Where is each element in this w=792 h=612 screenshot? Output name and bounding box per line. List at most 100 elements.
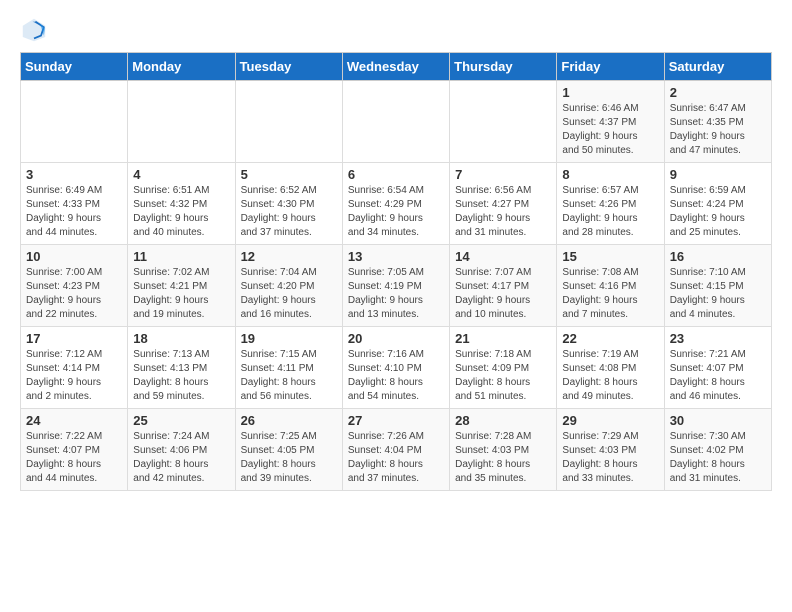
day-detail: Sunrise: 7:08 AM Sunset: 4:16 PM Dayligh… xyxy=(562,266,658,322)
day-cell: 18 Sunrise: 7:13 AM Sunset: 4:13 PM Dayli… xyxy=(128,327,235,409)
day-cell: 21 Sunrise: 7:18 AM Sunset: 4:09 PM Dayli… xyxy=(450,327,557,409)
day-cell xyxy=(128,81,235,163)
logo-icon xyxy=(20,16,48,44)
day-number: 19 xyxy=(241,331,337,346)
week-row-2: 3 Sunrise: 6:49 AM Sunset: 4:33 PM Daylig… xyxy=(21,163,772,245)
column-header-monday: Monday xyxy=(128,53,235,81)
column-header-sunday: Sunday xyxy=(21,53,128,81)
day-number: 1 xyxy=(562,85,658,100)
day-number: 7 xyxy=(455,167,551,182)
day-detail: Sunrise: 7:15 AM Sunset: 4:11 PM Dayligh… xyxy=(241,348,337,404)
day-number: 18 xyxy=(133,331,229,346)
day-number: 6 xyxy=(348,167,444,182)
day-cell xyxy=(450,81,557,163)
column-header-thursday: Thursday xyxy=(450,53,557,81)
day-detail: Sunrise: 7:16 AM Sunset: 4:10 PM Dayligh… xyxy=(348,348,444,404)
day-cell: 8Sunrise: 6:57 AM Sunset: 4:26 PM Daylig… xyxy=(557,163,664,245)
day-cell: 26Sunrise: 7:25 AM Sunset: 4:05 PM Dayli… xyxy=(235,409,342,491)
column-header-saturday: Saturday xyxy=(664,53,771,81)
day-cell: 5 Sunrise: 6:52 AM Sunset: 4:30 PM Daylig… xyxy=(235,163,342,245)
day-cell: 15 Sunrise: 7:08 AM Sunset: 4:16 PM Dayli… xyxy=(557,245,664,327)
day-cell: 2Sunrise: 6:47 AM Sunset: 4:35 PM Daylig… xyxy=(664,81,771,163)
day-cell: 16 Sunrise: 7:10 AM Sunset: 4:15 PM Dayli… xyxy=(664,245,771,327)
day-number: 30 xyxy=(670,413,766,428)
day-cell: 23 Sunrise: 7:21 AM Sunset: 4:07 PM Dayli… xyxy=(664,327,771,409)
day-detail: Sunrise: 6:56 AM Sunset: 4:27 PM Dayligh… xyxy=(455,184,551,240)
column-header-wednesday: Wednesday xyxy=(342,53,449,81)
day-detail: Sunrise: 6:52 AM Sunset: 4:30 PM Dayligh… xyxy=(241,184,337,240)
day-number: 23 xyxy=(670,331,766,346)
day-number: 21 xyxy=(455,331,551,346)
day-number: 26 xyxy=(241,413,337,428)
day-cell: 6 Sunrise: 6:54 AM Sunset: 4:29 PM Daylig… xyxy=(342,163,449,245)
column-header-friday: Friday xyxy=(557,53,664,81)
day-number: 13 xyxy=(348,249,444,264)
logo xyxy=(20,16,52,44)
calendar-table: SundayMondayTuesdayWednesdayThursdayFrid… xyxy=(20,52,772,491)
day-number: 8 xyxy=(562,167,658,182)
day-detail: Sunrise: 7:18 AM Sunset: 4:09 PM Dayligh… xyxy=(455,348,551,404)
day-detail: Sunrise: 6:49 AM Sunset: 4:33 PM Dayligh… xyxy=(26,184,122,240)
day-detail: Sunrise: 7:07 AM Sunset: 4:17 PM Dayligh… xyxy=(455,266,551,322)
day-cell: 9 Sunrise: 6:59 AM Sunset: 4:24 PM Daylig… xyxy=(664,163,771,245)
day-cell: 13 Sunrise: 7:05 AM Sunset: 4:19 PM Dayli… xyxy=(342,245,449,327)
day-cell: 19 Sunrise: 7:15 AM Sunset: 4:11 PM Dayli… xyxy=(235,327,342,409)
day-number: 20 xyxy=(348,331,444,346)
day-cell: 7 Sunrise: 6:56 AM Sunset: 4:27 PM Daylig… xyxy=(450,163,557,245)
day-number: 11 xyxy=(133,249,229,264)
day-detail: Sunrise: 7:13 AM Sunset: 4:13 PM Dayligh… xyxy=(133,348,229,404)
day-cell: 17 Sunrise: 7:12 AM Sunset: 4:14 PM Dayli… xyxy=(21,327,128,409)
day-number: 12 xyxy=(241,249,337,264)
day-cell: 24 Sunrise: 7:22 AM Sunset: 4:07 PM Dayli… xyxy=(21,409,128,491)
day-detail: Sunrise: 7:29 AM Sunset: 4:03 PM Dayligh… xyxy=(562,430,658,486)
day-cell: 12 Sunrise: 7:04 AM Sunset: 4:20 PM Dayli… xyxy=(235,245,342,327)
column-header-tuesday: Tuesday xyxy=(235,53,342,81)
day-number: 17 xyxy=(26,331,122,346)
day-number: 4 xyxy=(133,167,229,182)
day-detail: Sunrise: 7:05 AM Sunset: 4:19 PM Dayligh… xyxy=(348,266,444,322)
day-number: 29 xyxy=(562,413,658,428)
day-number: 24 xyxy=(26,413,122,428)
day-cell xyxy=(235,81,342,163)
page-container: SundayMondayTuesdayWednesdayThursdayFrid… xyxy=(0,0,792,501)
day-detail: Sunrise: 7:30 AM Sunset: 4:02 PM Dayligh… xyxy=(670,430,766,486)
day-number: 15 xyxy=(562,249,658,264)
day-number: 9 xyxy=(670,167,766,182)
day-cell: 28Sunrise: 7:28 AM Sunset: 4:03 PM Dayli… xyxy=(450,409,557,491)
day-cell: 11Sunrise: 7:02 AM Sunset: 4:21 PM Dayli… xyxy=(128,245,235,327)
day-detail: Sunrise: 7:12 AM Sunset: 4:14 PM Dayligh… xyxy=(26,348,122,404)
day-cell: 1 Sunrise: 6:46 AM Sunset: 4:37 PM Daylig… xyxy=(557,81,664,163)
day-cell: 22Sunrise: 7:19 AM Sunset: 4:08 PM Dayli… xyxy=(557,327,664,409)
day-cell: 10Sunrise: 7:00 AM Sunset: 4:23 PM Dayli… xyxy=(21,245,128,327)
day-number: 27 xyxy=(348,413,444,428)
week-row-3: 10Sunrise: 7:00 AM Sunset: 4:23 PM Dayli… xyxy=(21,245,772,327)
day-detail: Sunrise: 6:59 AM Sunset: 4:24 PM Dayligh… xyxy=(670,184,766,240)
day-detail: Sunrise: 7:24 AM Sunset: 4:06 PM Dayligh… xyxy=(133,430,229,486)
day-cell: 20 Sunrise: 7:16 AM Sunset: 4:10 PM Dayli… xyxy=(342,327,449,409)
week-row-4: 17 Sunrise: 7:12 AM Sunset: 4:14 PM Dayli… xyxy=(21,327,772,409)
day-detail: Sunrise: 7:26 AM Sunset: 4:04 PM Dayligh… xyxy=(348,430,444,486)
day-detail: Sunrise: 6:46 AM Sunset: 4:37 PM Dayligh… xyxy=(562,102,658,158)
day-number: 3 xyxy=(26,167,122,182)
day-number: 14 xyxy=(455,249,551,264)
day-number: 5 xyxy=(241,167,337,182)
day-detail: Sunrise: 7:28 AM Sunset: 4:03 PM Dayligh… xyxy=(455,430,551,486)
day-cell: 27 Sunrise: 7:26 AM Sunset: 4:04 PM Dayli… xyxy=(342,409,449,491)
day-number: 2 xyxy=(670,85,766,100)
day-detail: Sunrise: 6:54 AM Sunset: 4:29 PM Dayligh… xyxy=(348,184,444,240)
day-detail: Sunrise: 7:10 AM Sunset: 4:15 PM Dayligh… xyxy=(670,266,766,322)
header xyxy=(20,16,772,44)
day-cell: 30 Sunrise: 7:30 AM Sunset: 4:02 PM Dayli… xyxy=(664,409,771,491)
day-detail: Sunrise: 7:04 AM Sunset: 4:20 PM Dayligh… xyxy=(241,266,337,322)
day-number: 16 xyxy=(670,249,766,264)
day-detail: Sunrise: 7:19 AM Sunset: 4:08 PM Dayligh… xyxy=(562,348,658,404)
day-number: 25 xyxy=(133,413,229,428)
day-cell xyxy=(342,81,449,163)
week-row-5: 24 Sunrise: 7:22 AM Sunset: 4:07 PM Dayli… xyxy=(21,409,772,491)
day-cell xyxy=(21,81,128,163)
day-cell: 25 Sunrise: 7:24 AM Sunset: 4:06 PM Dayli… xyxy=(128,409,235,491)
day-detail: Sunrise: 7:22 AM Sunset: 4:07 PM Dayligh… xyxy=(26,430,122,486)
day-detail: Sunrise: 7:00 AM Sunset: 4:23 PM Dayligh… xyxy=(26,266,122,322)
day-cell: 3 Sunrise: 6:49 AM Sunset: 4:33 PM Daylig… xyxy=(21,163,128,245)
day-detail: Sunrise: 7:21 AM Sunset: 4:07 PM Dayligh… xyxy=(670,348,766,404)
